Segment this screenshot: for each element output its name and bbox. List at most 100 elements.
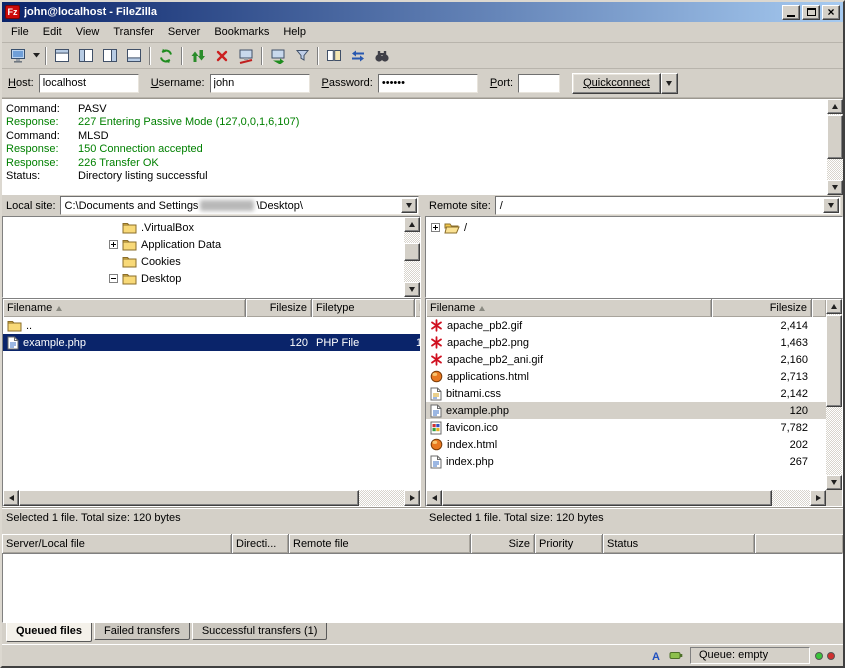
- tab-queued-files[interactable]: Queued files: [6, 623, 92, 642]
- file-row-index-html[interactable]: index.html202: [426, 436, 826, 453]
- column-header-label: Filename: [430, 302, 475, 314]
- file-row-index-php[interactable]: index.php267: [426, 453, 826, 470]
- scrollbar-thumb[interactable]: [827, 115, 843, 159]
- quickconnect-dropdown-button[interactable]: [661, 73, 678, 94]
- local-path-suffix: \Desktop\: [256, 200, 302, 212]
- menu-item-help[interactable]: Help: [276, 24, 313, 41]
- host-input[interactable]: [39, 74, 139, 93]
- message-log-toggle-button[interactable]: [50, 44, 74, 67]
- column-header-filetype[interactable]: Filetype: [312, 299, 415, 317]
- file-row-apache-pb2-ani-gif[interactable]: apache_pb2_ani.gif2,160: [426, 351, 826, 368]
- file-row-apache-pb2-png[interactable]: apache_pb2.png1,463: [426, 334, 826, 351]
- column-header-filesize[interactable]: Filesize: [712, 299, 812, 317]
- quickconnect-button[interactable]: Quickconnect: [572, 73, 661, 94]
- scroll-right-button[interactable]: [404, 490, 420, 506]
- local-site-dropdown-button[interactable]: [401, 198, 417, 213]
- file-row-example-php[interactable]: example.php120: [426, 402, 826, 419]
- local-tree-toggle-button[interactable]: [74, 44, 98, 67]
- local-site-combo[interactable]: C:\Documents and Settings\Desktop\: [60, 196, 419, 215]
- remote-path: /: [500, 200, 503, 212]
- toolbar-separator: [149, 47, 151, 65]
- column-header-remote-file[interactable]: Remote file: [289, 534, 471, 553]
- remote-tree-toggle-button[interactable]: [98, 44, 122, 67]
- refresh-button[interactable]: [154, 44, 178, 67]
- tree-item-item[interactable]: /: [426, 219, 842, 236]
- menu-item-server[interactable]: Server: [161, 24, 207, 41]
- password-input[interactable]: [378, 74, 478, 93]
- sync-browsing-button[interactable]: [346, 44, 370, 67]
- column-header-priority[interactable]: Priority: [535, 534, 603, 553]
- tree-item-virtualbox[interactable]: .VirtualBox: [3, 219, 420, 236]
- toolbar-separator: [181, 47, 183, 65]
- remote-site-combo[interactable]: /: [495, 196, 841, 215]
- cancel-button[interactable]: [210, 44, 234, 67]
- expand-plus-icon[interactable]: [109, 240, 118, 249]
- local-tree-scrollbar[interactable]: [404, 217, 420, 297]
- process-queue-button[interactable]: [186, 44, 210, 67]
- filter-button[interactable]: [290, 44, 314, 67]
- disconnect-button[interactable]: [234, 44, 258, 67]
- scroll-left-button[interactable]: [426, 490, 442, 506]
- file-row-bitnami-css[interactable]: bitnami.css2,142: [426, 385, 826, 402]
- expand-plus-icon[interactable]: [431, 223, 440, 232]
- column-header-filesize[interactable]: Filesize: [246, 299, 312, 317]
- scroll-down-button[interactable]: [826, 475, 842, 490]
- scrollbar-thumb[interactable]: [442, 490, 772, 506]
- site-manager-button[interactable]: [6, 44, 30, 67]
- maximize-button[interactable]: [802, 5, 820, 20]
- column-header-filename[interactable]: Filename: [426, 299, 712, 317]
- file-row-item[interactable]: ..: [3, 317, 420, 334]
- column-header-size[interactable]: Size: [471, 534, 535, 553]
- local-pane: Local site: C:\Documents and Settings\De…: [2, 195, 421, 298]
- log-scrollbar[interactable]: [827, 99, 843, 195]
- remote-hscrollbar[interactable]: [426, 490, 826, 506]
- file-row-favicon-ico[interactable]: favicon.ico7,782: [426, 419, 826, 436]
- column-header-status[interactable]: Status: [603, 534, 755, 553]
- compare-button[interactable]: [322, 44, 346, 67]
- title-bar[interactable]: Fz john@localhost - FileZilla ×: [2, 2, 843, 22]
- file-row-apache-pb2-gif[interactable]: apache_pb2.gif2,414: [426, 317, 826, 334]
- tab-successful-transfers-1[interactable]: Successful transfers (1): [192, 623, 328, 640]
- file-size: 7,782: [712, 422, 812, 434]
- menu-item-file[interactable]: File: [4, 24, 36, 41]
- scroll-up-button[interactable]: [826, 299, 842, 314]
- scroll-left-button[interactable]: [3, 490, 19, 506]
- menu-item-edit[interactable]: Edit: [36, 24, 69, 41]
- tree-item-application-data[interactable]: Application Data: [3, 236, 420, 253]
- file-row-example-php[interactable]: example.php120PHP File1: [3, 334, 420, 351]
- tree-item-desktop[interactable]: Desktop: [3, 270, 420, 287]
- speed-limit-icon: [669, 650, 683, 661]
- minimize-button[interactable]: [782, 5, 800, 20]
- scroll-down-button[interactable]: [404, 282, 420, 297]
- log-line-type: Response:: [2, 157, 78, 170]
- collapse-minus-icon[interactable]: [109, 274, 118, 283]
- column-header-filename[interactable]: Filename: [3, 299, 246, 317]
- scrollbar-thumb[interactable]: [404, 243, 420, 261]
- column-header-l[interactable]: L: [415, 299, 420, 317]
- port-input[interactable]: [518, 74, 560, 93]
- column-header-directi[interactable]: Directi...: [232, 534, 289, 553]
- queue-toggle-button[interactable]: [122, 44, 146, 67]
- scrollbar-thumb[interactable]: [826, 315, 842, 407]
- remote-site-dropdown-button[interactable]: [823, 198, 839, 213]
- scroll-right-button[interactable]: [810, 490, 826, 506]
- scrollbar-thumb[interactable]: [19, 490, 359, 506]
- statusbar-leds: [815, 652, 835, 660]
- scroll-up-button[interactable]: [827, 99, 843, 114]
- reconnect-button[interactable]: [266, 44, 290, 67]
- menu-item-view[interactable]: View: [69, 24, 107, 41]
- column-header-server-local-file[interactable]: Server/Local file: [2, 534, 232, 553]
- tab-failed-transfers[interactable]: Failed transfers: [94, 623, 190, 640]
- file-row-applications-html[interactable]: applications.html2,713: [426, 368, 826, 385]
- username-input[interactable]: [210, 74, 310, 93]
- menu-item-bookmarks[interactable]: Bookmarks: [207, 24, 276, 41]
- local-hscrollbar[interactable]: [3, 490, 420, 506]
- scroll-up-button[interactable]: [404, 217, 420, 232]
- tree-item-cookies[interactable]: Cookies: [3, 253, 420, 270]
- close-button[interactable]: ×: [822, 5, 840, 20]
- find-button[interactable]: [370, 44, 394, 67]
- scroll-down-button[interactable]: [827, 180, 843, 195]
- toolbar-dropdown-arrow-button[interactable]: [30, 44, 42, 67]
- menu-item-transfer[interactable]: Transfer: [106, 24, 161, 41]
- remote-vscrollbar[interactable]: [826, 299, 842, 490]
